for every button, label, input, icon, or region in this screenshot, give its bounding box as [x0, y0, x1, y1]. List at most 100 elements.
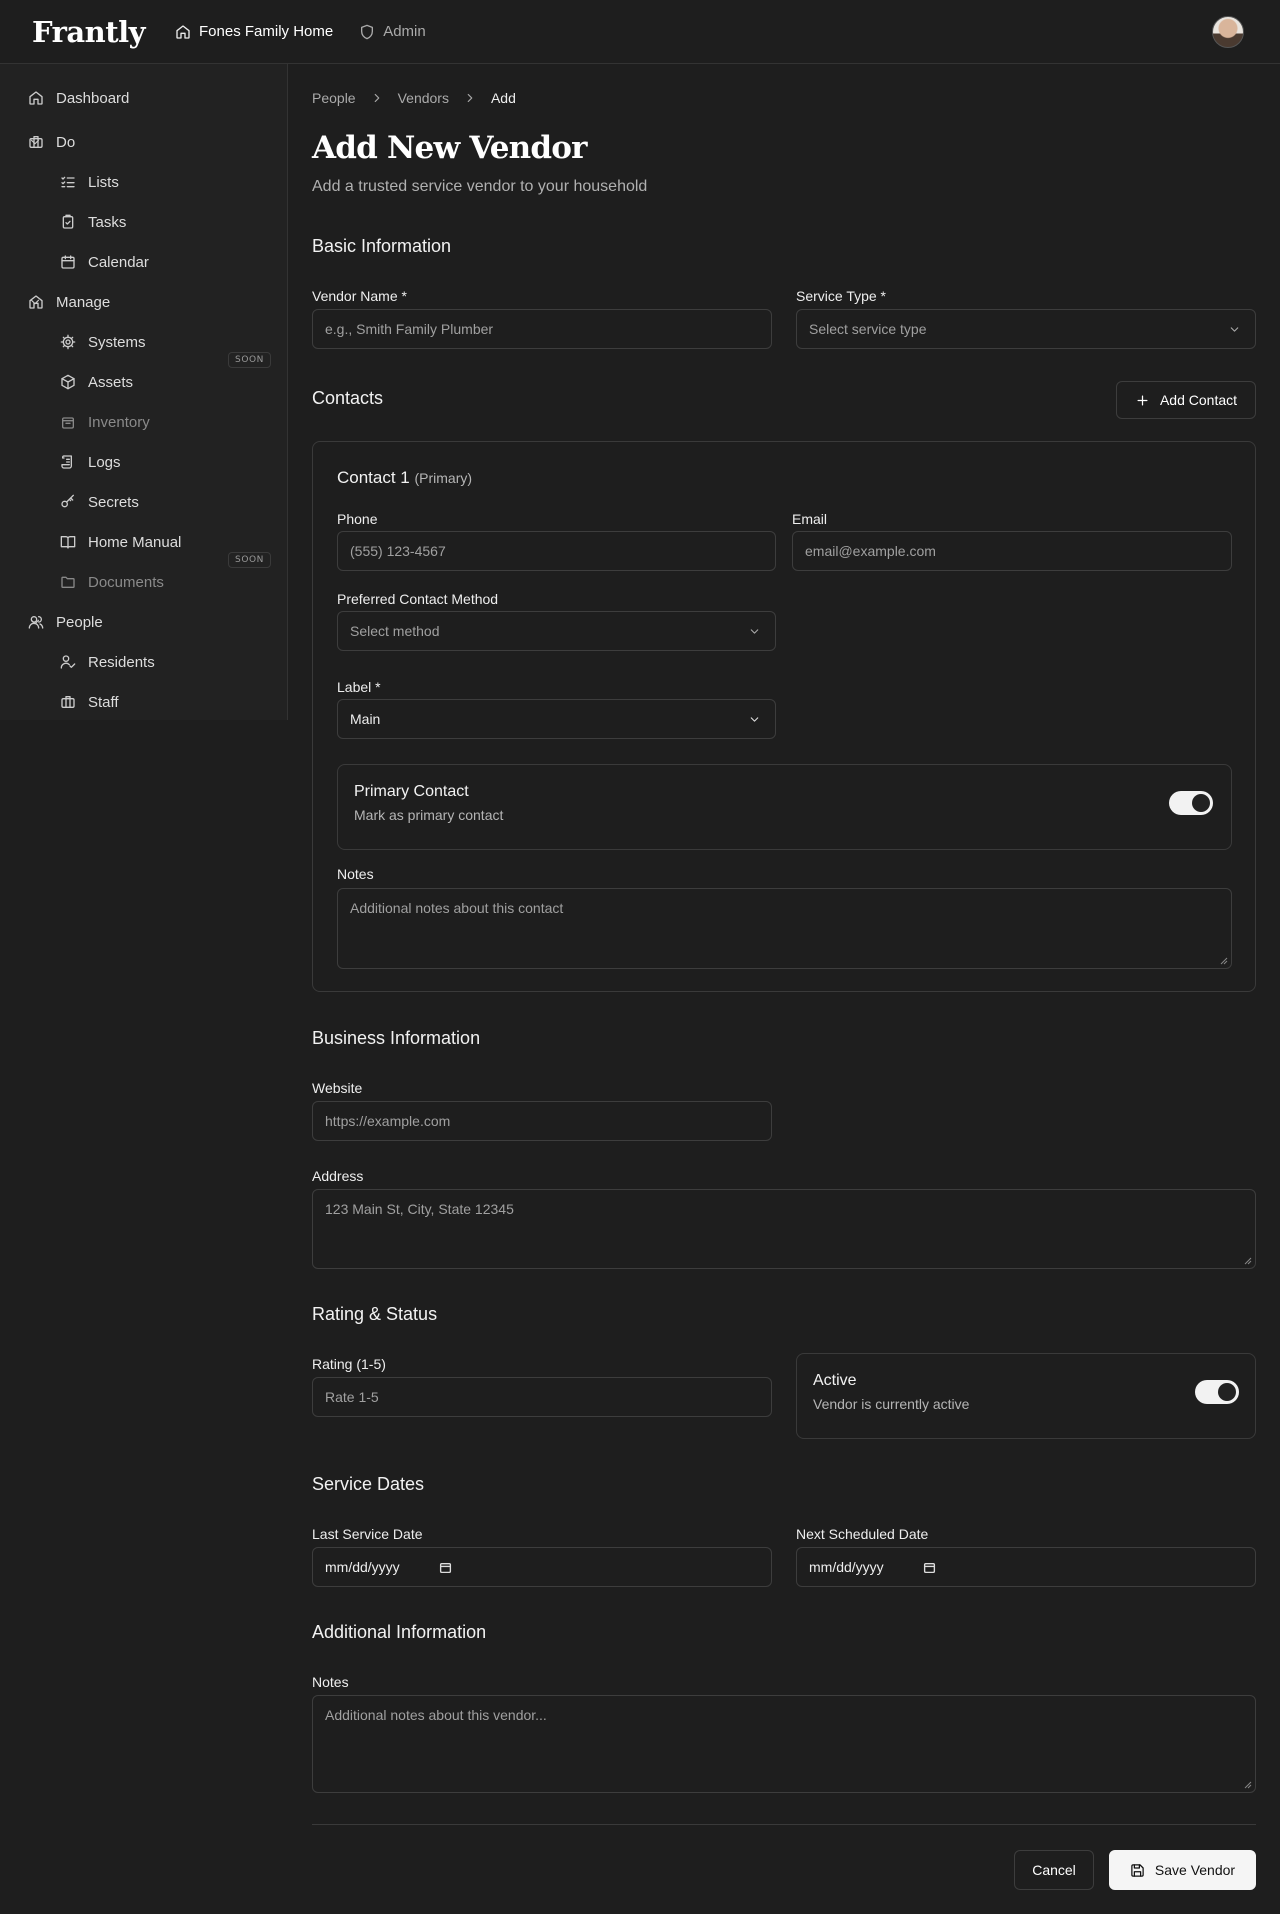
sidebar-group-label: Do — [56, 133, 76, 151]
sidebar-item-tasks[interactable]: Tasks — [0, 202, 288, 242]
chevron-down-icon — [30, 139, 40, 145]
save-vendor-label: Save Vendor — [1154, 1862, 1236, 1878]
sidebar-item-staff[interactable]: Staff — [0, 682, 288, 722]
sidebar-item-label: Dashboard — [56, 89, 130, 107]
active-status-card: Active Vendor is currently active — [796, 1353, 1256, 1439]
sidebar-group-manage[interactable]: Manage — [0, 282, 288, 322]
breadcrumb-vendors[interactable]: Vendors — [398, 90, 449, 106]
sidebar-item-label: Documents — [88, 573, 164, 591]
email-label: Email — [792, 511, 828, 527]
app-logo[interactable]: Frantly — [32, 15, 146, 49]
next-scheduled-date-input[interactable]: mm/dd/yyyy — [796, 1547, 1256, 1587]
topnav-admin[interactable]: Admin — [359, 23, 426, 40]
vendor-name-placeholder: e.g., Smith Family Plumber — [325, 321, 494, 337]
add-contact-label: Add Contact — [1159, 392, 1238, 408]
sidebar-item-home-manual[interactable]: Home Manual SOON — [0, 522, 288, 568]
sidebar-group-people[interactable]: People — [0, 602, 288, 642]
phone-label: Phone — [337, 511, 378, 527]
chevron-down-icon — [30, 619, 40, 625]
sidebar-item-residents[interactable]: Residents — [0, 642, 288, 682]
chevron-down-icon — [750, 717, 759, 722]
sidebar-group-do[interactable]: Do — [0, 122, 288, 162]
shopping-bag-icon — [62, 417, 74, 429]
sidebar-item-calendar[interactable]: Calendar — [0, 242, 288, 282]
sidebar-item-label: Home Manual — [88, 533, 182, 551]
last-service-label: Last Service Date — [312, 1526, 423, 1542]
sidebar-group-label: Manage — [56, 293, 111, 311]
save-icon — [1131, 1863, 1144, 1877]
sidebar-item-label: Lists — [88, 173, 119, 191]
preferred-method-select[interactable]: Select method — [337, 611, 776, 651]
save-vendor-button[interactable]: Save Vendor — [1109, 1850, 1256, 1890]
primary-contact-toggle[interactable] — [1169, 791, 1213, 815]
folder-icon — [61, 576, 75, 588]
service-type-select[interactable]: Select service type — [796, 309, 1256, 349]
sidebar-item-label: Systems — [88, 333, 146, 351]
sidebar-item-label: Staff — [88, 693, 119, 711]
sidebar-item-secrets[interactable]: Secrets — [0, 482, 288, 522]
email-placeholder: email@example.com — [805, 543, 936, 559]
last-service-date-input[interactable]: mm/dd/yyyy — [312, 1547, 772, 1587]
user-check-icon — [60, 655, 76, 669]
scroll-icon — [61, 455, 72, 469]
resize-handle-icon[interactable] — [1220, 957, 1228, 965]
service-type-placeholder: Select service type — [809, 321, 927, 337]
sidebar-item-dashboard[interactable]: Dashboard — [0, 78, 288, 118]
email-input[interactable]: email@example.com — [792, 531, 1232, 571]
primary-contact-desc: Mark as primary contact — [354, 807, 504, 823]
rating-input[interactable]: Rate 1-5 — [312, 1377, 772, 1417]
sidebar-item-assets[interactable]: Assets SOON — [0, 352, 288, 402]
sidebar-item-logs[interactable]: Logs — [0, 442, 288, 482]
plus-icon — [1137, 395, 1148, 405]
website-input[interactable]: https://example.com — [312, 1101, 772, 1141]
contact-notes-placeholder: Additional notes about this contact — [350, 900, 564, 916]
sidebar-item-lists[interactable]: Lists — [0, 162, 288, 202]
sidebar-item-documents: Documents — [0, 562, 288, 602]
contact-notes-textarea[interactable]: Additional notes about this contact — [337, 888, 1232, 969]
next-scheduled-date-placeholder: mm/dd/yyyy — [809, 1559, 884, 1575]
calendar-icon[interactable] — [923, 1561, 936, 1574]
cog-icon — [60, 334, 76, 350]
add-contact-button[interactable]: Add Contact — [1116, 381, 1256, 419]
resize-handle-icon[interactable] — [1244, 1781, 1252, 1789]
phone-input[interactable]: (555) 123-4567 — [337, 531, 776, 571]
book-open-icon — [60, 536, 76, 549]
address-textarea[interactable]: 123 Main St, City, State 12345 — [312, 1189, 1256, 1269]
chevron-down-icon — [30, 299, 40, 305]
clipboard-check-icon — [62, 214, 74, 229]
vendor-name-input[interactable]: e.g., Smith Family Plumber — [312, 309, 772, 349]
primary-contact-title: Primary Contact — [354, 783, 469, 800]
resize-handle-icon[interactable] — [1244, 1257, 1252, 1265]
service-type-label: Service Type * — [796, 288, 887, 304]
section-dates-title: Service Dates — [312, 1474, 425, 1494]
preferred-method-placeholder: Select method — [350, 623, 440, 639]
last-service-date-placeholder: mm/dd/yyyy — [325, 1559, 400, 1575]
contact-number: Contact 1 — [337, 468, 410, 487]
vendor-notes-textarea[interactable]: Additional notes about this vendor... — [312, 1695, 1256, 1793]
top-bar: Frantly Fones Family Home Admin — [0, 0, 1280, 64]
section-additional-title: Additional Information — [312, 1622, 487, 1642]
sidebar-item-inventory: Inventory — [0, 402, 288, 442]
address-placeholder: 123 Main St, City, State 12345 — [325, 1201, 514, 1217]
contact-label-select[interactable]: Main — [337, 699, 776, 739]
cancel-button[interactable]: Cancel — [1014, 1850, 1094, 1890]
rating-label: Rating (1-5) — [312, 1356, 386, 1372]
contact-label-label: Label * — [337, 679, 381, 695]
cancel-label: Cancel — [1032, 1862, 1076, 1878]
avatar[interactable] — [1212, 16, 1244, 48]
active-toggle[interactable] — [1195, 1380, 1239, 1404]
contact-primary-tag: (Primary) — [414, 470, 473, 486]
breadcrumb-current: Add — [490, 90, 516, 106]
next-scheduled-label: Next Scheduled Date — [796, 1526, 929, 1542]
home-icon — [176, 24, 190, 39]
form-divider — [312, 1824, 1256, 1825]
contact-card: Contact 1 (Primary) Phone (555) 123-4567… — [312, 441, 1256, 992]
topnav-home[interactable]: Fones Family Home — [175, 23, 333, 40]
shield-icon — [361, 24, 374, 39]
sidebar-item-label: Assets — [88, 373, 134, 391]
contact-notes-label: Notes — [337, 866, 374, 882]
calendar-icon[interactable] — [439, 1561, 452, 1574]
breadcrumb-people[interactable]: People — [312, 90, 356, 106]
topnav-home-label: Fones Family Home — [199, 23, 334, 40]
contact-title: Contact 1 (Primary) — [337, 468, 472, 488]
